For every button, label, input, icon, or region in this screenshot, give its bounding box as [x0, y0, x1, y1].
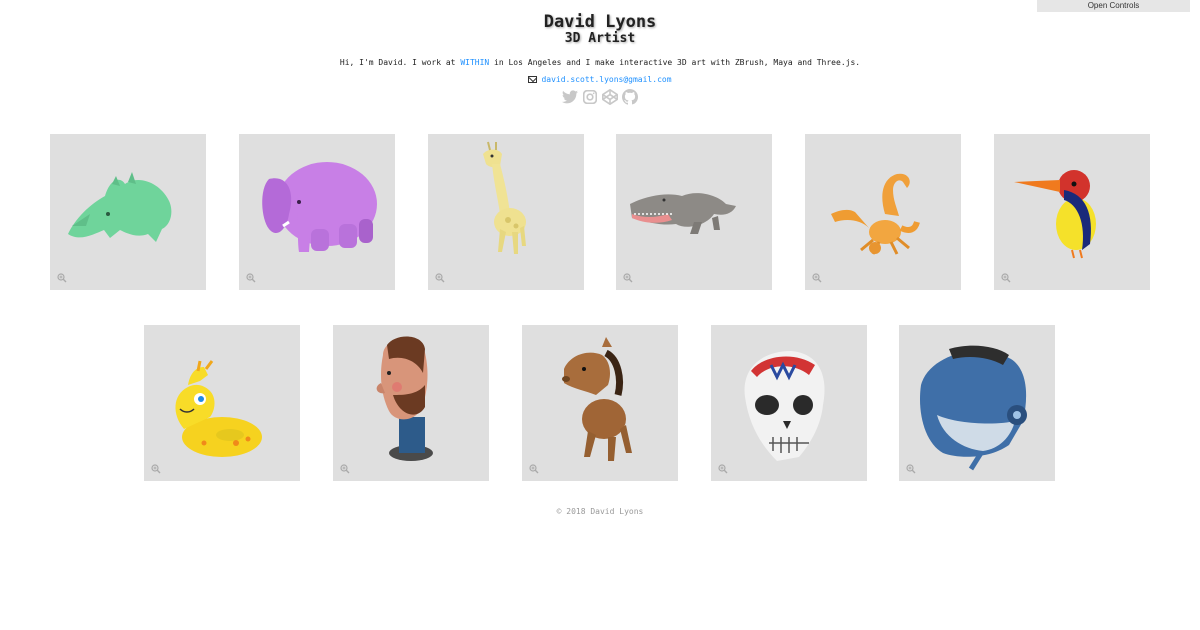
artist-role: 3D Artist — [564, 31, 636, 46]
intro-after: in Los Angeles and I make interactive 3D… — [489, 58, 861, 67]
zoom-icon — [812, 273, 822, 283]
helmet-model — [919, 345, 1027, 471]
zoom-icon — [906, 464, 916, 474]
gallery-item-rhino[interactable] — [50, 134, 206, 290]
crocodile-model — [630, 193, 736, 234]
inflatable-giraffe-ring-model — [175, 360, 262, 457]
instagram-icon[interactable] — [582, 88, 599, 105]
intro-before: Hi, I'm David. I work at — [339, 58, 461, 67]
github-icon[interactable] — [622, 88, 639, 105]
elephant-model — [262, 162, 377, 252]
social-links — [0, 88, 1200, 105]
email-row: david.scott.lyons@gmail.com — [0, 75, 1200, 84]
gallery-item-inflatable-giraffe-ring[interactable] — [144, 325, 300, 481]
gallery-item-helmet[interactable] — [899, 325, 1055, 481]
email-link[interactable]: david.scott.lyons@gmail.com — [541, 75, 671, 84]
copyright-text: © 2018 David Lyons — [556, 507, 644, 516]
bearded-man-bust-model — [376, 336, 433, 461]
site-header: David Lyons 3D Artist Hi, I'm David. I w… — [0, 0, 1200, 105]
giraffe-model — [483, 141, 526, 254]
zoom-icon — [340, 464, 350, 474]
codepen-icon[interactable] — [602, 88, 619, 105]
zoom-icon — [151, 464, 161, 474]
zoom-icon — [718, 464, 728, 474]
gallery-item-giraffe[interactable] — [428, 134, 584, 290]
zoom-icon — [623, 273, 633, 283]
kingfisher-model — [1014, 170, 1096, 259]
zoom-icon — [435, 273, 445, 283]
gallery-item-scorpion[interactable] — [805, 134, 961, 290]
envelope-icon — [528, 76, 538, 83]
scorpion-model — [831, 173, 920, 255]
within-link[interactable]: WITHIN — [460, 58, 489, 67]
footer: © 2018 David Lyons — [0, 507, 1200, 516]
open-controls-button[interactable]: Open Controls — [1037, 0, 1190, 12]
horse-model — [562, 337, 632, 461]
zoom-icon — [246, 273, 256, 283]
gallery-item-skull[interactable] — [711, 325, 867, 481]
zoom-icon — [529, 464, 539, 474]
gallery-item-elephant[interactable] — [239, 134, 395, 290]
gallery-item-bearded-man-bust[interactable] — [333, 325, 489, 481]
artist-name: David Lyons — [543, 12, 657, 32]
gallery-item-crocodile[interactable] — [616, 134, 772, 290]
gallery-item-horse[interactable] — [522, 325, 678, 481]
twitter-icon[interactable] — [562, 88, 579, 105]
zoom-icon — [57, 273, 67, 283]
intro-text: Hi, I'm David. I work at WITHIN in Los A… — [0, 58, 1200, 67]
rhino-model — [68, 172, 172, 242]
skull-model — [744, 351, 825, 461]
gallery-item-kingfisher[interactable] — [994, 134, 1150, 290]
zoom-icon — [1001, 273, 1011, 283]
